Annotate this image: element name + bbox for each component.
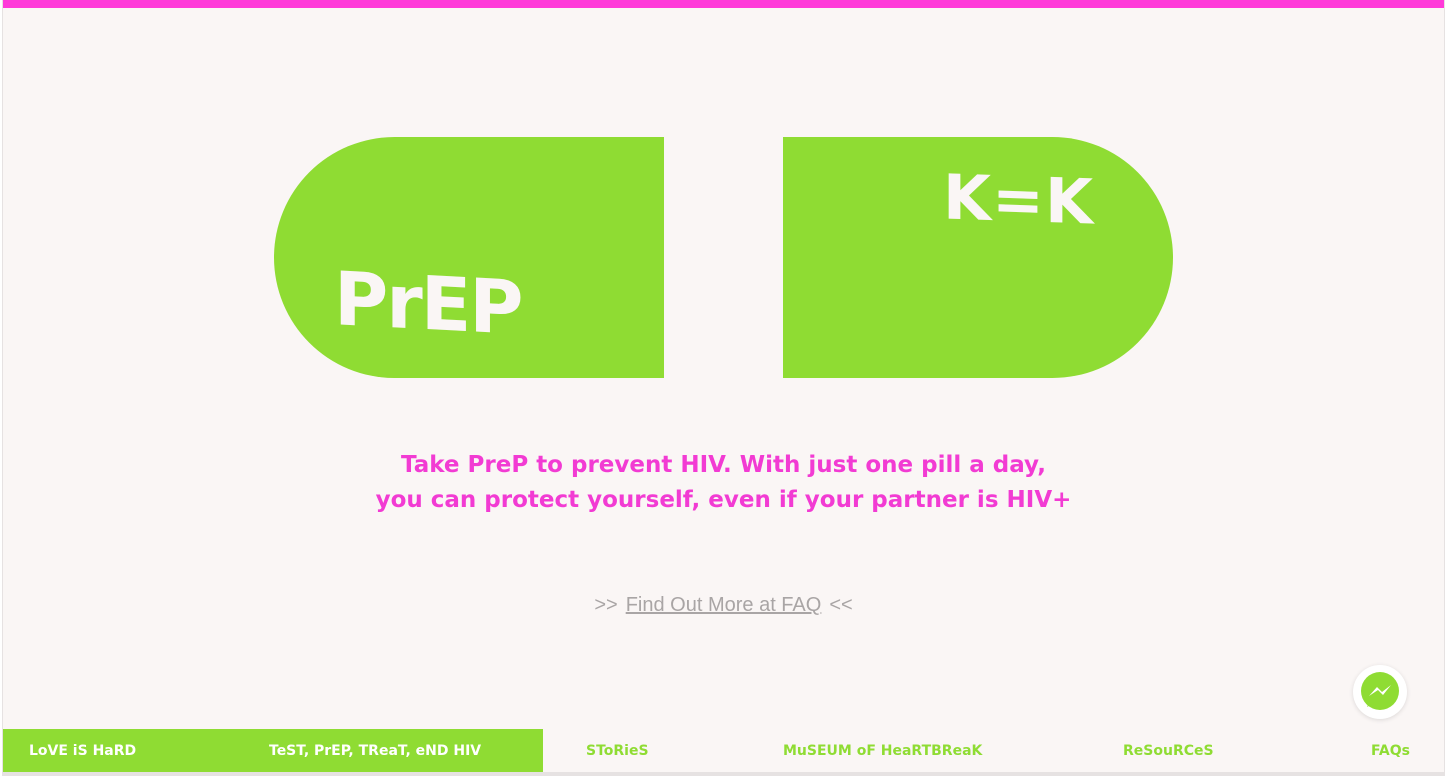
faq-link[interactable]: Find Out More at FAQ (626, 594, 822, 616)
kek-pill-label: K=K (943, 160, 1095, 239)
nav-item-test-prep-treat[interactable]: TeST, PrEP, TReaT, eND HIV (227, 729, 543, 772)
nav-item-museum-of-heartbreak[interactable]: MuSEUM oF HeaRTBReaK (743, 729, 1045, 772)
bottom-divider (3, 772, 1444, 775)
prep-pill-half: PrEP (274, 137, 664, 378)
tagline-line-1: Take PreP to prevent HIV. With just one … (401, 452, 1046, 478)
top-accent-bar (3, 0, 1444, 8)
messenger-icon (1361, 672, 1399, 710)
nav-item-stories[interactable]: SToRieS (543, 729, 743, 772)
faq-suffix: << (829, 594, 853, 616)
tagline-line-2: you can protect yourself, even if your p… (375, 487, 1072, 513)
prep-pill-label: PrEP (334, 256, 522, 352)
hero-tagline: Take PreP to prevent HIV. With just one … (3, 448, 1444, 518)
nav-item-resources[interactable]: ReSouRCeS (1045, 729, 1295, 772)
nav-item-love-is-hard[interactable]: LoVE iS HaRD (3, 729, 227, 772)
bottom-nav: LoVE iS HaRD TeST, PrEP, TReaT, eND HIV … (3, 729, 1444, 772)
kek-pill-half: K=K (783, 137, 1173, 378)
page-frame: PrEP K=K Take PreP to prevent HIV. With … (3, 0, 1444, 775)
faq-cta: >> Find Out More at FAQ << (3, 594, 1444, 617)
messenger-chat-button[interactable] (1353, 665, 1407, 719)
nav-item-faqs[interactable]: FAQs (1295, 729, 1444, 772)
faq-prefix: >> (594, 594, 618, 616)
